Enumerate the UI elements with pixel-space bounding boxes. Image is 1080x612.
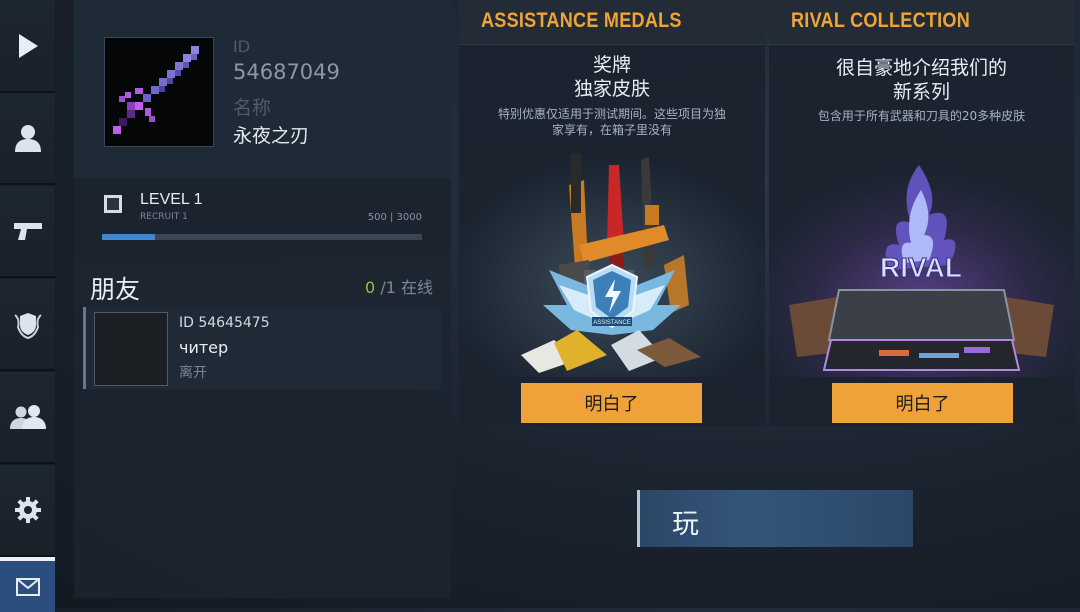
pixel-sword-icon bbox=[113, 46, 199, 134]
avatar[interactable] bbox=[104, 37, 214, 147]
card-header-title: ASSISTANCE MEDALS bbox=[481, 9, 682, 32]
play-button[interactable]: 玩 bbox=[637, 490, 913, 547]
rival-case-artwork: RIVAL bbox=[769, 145, 1074, 377]
friends-header: 朋友 0 /1 在线 bbox=[74, 262, 451, 306]
xp-progress-fill bbox=[102, 234, 156, 240]
nav-settings-button[interactable] bbox=[0, 465, 55, 557]
play-button-label: 玩 bbox=[672, 509, 699, 540]
card-desc-line1: 特别优惠仅适用于测试期间。这些项目为独 bbox=[497, 107, 726, 121]
friends-online-count: 0 /1 在线 bbox=[365, 274, 433, 298]
card-header-title: RIVAL COLLECTION bbox=[791, 9, 971, 32]
shield-icon bbox=[13, 313, 42, 339]
online-label: 在线 bbox=[400, 278, 433, 297]
xp-progress-bar bbox=[102, 234, 422, 240]
card-header: RIVAL COLLECTION bbox=[769, 0, 1074, 45]
level-card: LEVEL 1 RECRUIT 1 500 | 3000 bbox=[74, 180, 451, 252]
friends-title: 朋友 bbox=[90, 275, 141, 304]
nav-play-button[interactable] bbox=[0, 0, 55, 93]
rank-name: RECRUIT 1 bbox=[140, 212, 188, 222]
medals-artwork: ASSISTANCE bbox=[459, 145, 765, 377]
nav-profile-button[interactable] bbox=[0, 93, 55, 185]
play-icon bbox=[18, 33, 38, 58]
profile-id-label: ID bbox=[233, 37, 250, 56]
profile-card: ID 54687049 名称 永夜之刃 bbox=[74, 0, 451, 178]
level-title: LEVEL 1 bbox=[140, 191, 203, 208]
medal-banner-text: ASSISTANCE bbox=[593, 320, 631, 326]
friend-name: читер bbox=[179, 338, 229, 357]
got-it-button[interactable]: 明白了 bbox=[521, 383, 702, 423]
nav-mail-button[interactable] bbox=[0, 557, 55, 612]
profile-icon bbox=[14, 125, 41, 152]
assistance-medals-card: ASSISTANCE MEDALS 奖牌 独家皮肤 特别优惠仅适用于测试期间。这… bbox=[459, 0, 765, 426]
profile-id-value: 54687049 bbox=[233, 60, 340, 84]
card-title-line1: 奖牌 bbox=[592, 54, 631, 76]
side-navigation bbox=[0, 0, 56, 612]
friends-icon bbox=[9, 405, 46, 429]
profile-name-label: 名称 bbox=[233, 97, 272, 119]
card-title-line1: 很自豪地介绍我们的 bbox=[835, 57, 1007, 79]
rival-logo-text: RIVAL bbox=[880, 252, 962, 283]
card-title-line2: 新系列 bbox=[892, 81, 950, 103]
total-number: 1 bbox=[385, 278, 396, 297]
card-desc-line1: 包含用于所有武器和刀具的20多种皮肤 bbox=[817, 109, 1026, 123]
nav-weapons-button[interactable] bbox=[0, 186, 55, 278]
friend-list-item[interactable]: ID 54645475 читер 离开 bbox=[83, 307, 441, 389]
got-it-button[interactable]: 明白了 bbox=[832, 383, 1013, 423]
nav-clan-button[interactable] bbox=[0, 279, 55, 371]
nav-friends-button[interactable] bbox=[0, 372, 55, 464]
friend-avatar bbox=[94, 312, 168, 386]
rank-icon bbox=[104, 195, 122, 213]
profile-name-value: 永夜之刃 bbox=[233, 125, 310, 147]
rival-collection-card: RIVAL COLLECTION 很自豪地介绍我们的 新系列 包含用于所有武器和… bbox=[769, 0, 1074, 426]
card-desc-line2: 家享有，在箱子里没有 bbox=[551, 123, 672, 137]
card-header: ASSISTANCE MEDALS bbox=[459, 0, 765, 45]
friend-id: ID 54645475 bbox=[179, 315, 270, 331]
xp-text: 500 | 3000 bbox=[367, 212, 422, 223]
online-number: 0 bbox=[365, 278, 376, 297]
profile-panel: ID 54687049 名称 永夜之刃 LEVEL 1 RECRUIT 1 50… bbox=[74, 0, 451, 598]
card-title-line2: 独家皮肤 bbox=[573, 78, 650, 100]
mail-icon bbox=[15, 577, 40, 596]
pistol-icon bbox=[13, 223, 42, 240]
friend-status: 离开 bbox=[179, 365, 207, 381]
gear-icon bbox=[14, 497, 41, 523]
